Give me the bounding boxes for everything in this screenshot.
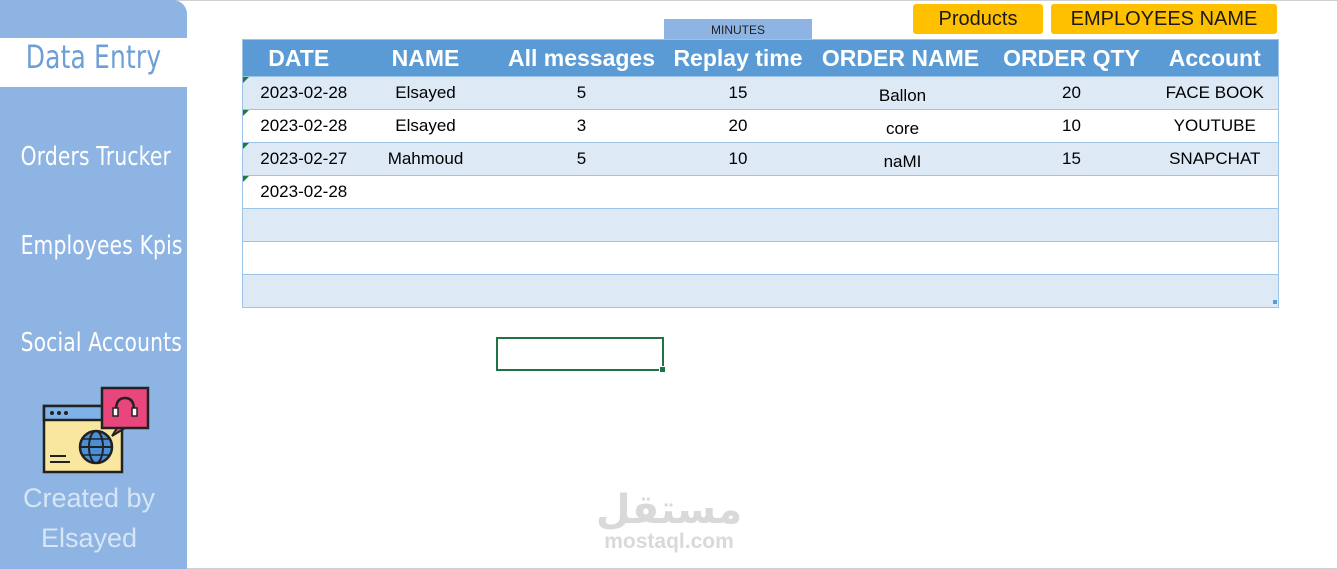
cell-order-name[interactable] [809,208,992,242]
watermark-arabic: مستقل [595,487,743,533]
cell-order-qty[interactable] [991,175,1152,209]
created-by-label: Created by [22,483,156,513]
table-row: 2023-02-27 Mahmoud 5 10 naMI 15 SNAPCHAT [242,142,1279,176]
table-row: 2023-02-28 [242,175,1279,209]
cell-replay-time[interactable]: 20 [666,109,810,143]
products-button[interactable]: Products [913,4,1043,34]
header-all-messages[interactable]: All messages [496,39,667,77]
header-name[interactable]: NAME [354,39,497,77]
cell-order-name[interactable] [809,175,992,209]
error-indicator-icon [243,77,249,83]
cell-order-qty[interactable] [991,208,1152,242]
cell-order-name[interactable] [809,274,992,308]
cell-all-messages[interactable] [496,208,667,242]
cell-all-messages[interactable] [496,241,667,275]
cell-account[interactable] [1151,274,1279,308]
table-row [242,208,1279,242]
error-indicator-icon [243,110,249,116]
cell-replay-time[interactable] [666,175,810,209]
minutes-label: MINUTES [664,19,812,40]
cell-account[interactable] [1151,175,1279,209]
cell-all-messages[interactable]: 3 [496,109,667,143]
cell-order-name[interactable] [809,241,992,275]
cell-name[interactable]: Mahmoud [354,142,497,176]
fill-handle[interactable] [659,366,666,373]
cell-date[interactable]: 2023-02-28 [242,175,355,209]
cell-all-messages[interactable]: 5 [496,142,667,176]
table-row: 2023-02-28 Elsayed 3 20 core 10 YOUTUBE [242,109,1279,143]
cell-order-name[interactable]: Ballon [809,76,992,110]
header-date[interactable]: DATE [242,39,355,77]
cell-replay-time[interactable] [666,274,810,308]
cell-replay-time[interactable]: 15 [666,76,810,110]
cell-order-qty[interactable] [991,274,1152,308]
cell-order-qty[interactable] [991,241,1152,275]
watermark: مستقل mostaql.com [594,488,744,552]
cell-date[interactable] [242,241,355,275]
cell-order-qty[interactable]: 15 [991,142,1152,176]
sidebar-item-social-accounts[interactable]: Social Accounts [21,328,182,358]
cell-all-messages[interactable]: 5 [496,76,667,110]
cell-order-qty[interactable]: 10 [991,109,1152,143]
cell-replay-time[interactable] [666,208,810,242]
cell-account[interactable]: YOUTUBE [1151,109,1279,143]
cell-name[interactable] [354,241,497,275]
sidebar: Data Entry Orders Trucker Employees Kpis… [0,0,187,569]
cell-order-name[interactable]: naMI [809,142,992,176]
cell-all-messages[interactable] [496,274,667,308]
sidebar-item-orders-trucker[interactable]: Orders Trucker [21,142,171,172]
cell-name[interactable] [354,175,497,209]
sidebar-item-label: Data Entry [25,38,162,76]
cell-order-name[interactable]: core [809,109,992,143]
selected-cell[interactable] [496,337,666,373]
table-row [242,241,1279,275]
cell-date[interactable]: 2023-02-28 [242,109,355,143]
cell-replay-time[interactable]: 10 [666,142,810,176]
cell-date[interactable]: 2023-02-27 [242,142,355,176]
cell-replay-time[interactable] [666,241,810,275]
error-indicator-icon [243,143,249,149]
header-order-name[interactable]: ORDER NAME [809,39,992,77]
cell-name[interactable]: Elsayed [354,76,497,110]
table-row: 2023-02-28 Elsayed 5 15 Ballon 20 FACE B… [242,76,1279,110]
sidebar-item-data-entry[interactable]: Data Entry [0,38,187,87]
cell-name[interactable]: Elsayed [354,109,497,143]
cell-order-qty[interactable]: 20 [991,76,1152,110]
error-indicator-icon [243,176,249,182]
cell-name[interactable] [354,208,497,242]
cell-account[interactable] [1151,208,1279,242]
sidebar-item-employees-kpis[interactable]: Employees Kpis [21,231,183,261]
table-row [242,274,1279,308]
table-resize-handle[interactable] [1273,300,1277,304]
header-order-qty[interactable]: ORDER QTY [991,39,1152,77]
cell-account[interactable] [1151,241,1279,275]
table-header-row: DATE NAME All messages Replay time ORDER… [242,39,1279,77]
header-account[interactable]: Account [1151,39,1279,77]
employees-name-button[interactable]: EMPLOYEES NAME [1051,4,1277,34]
cell-date[interactable] [242,274,355,308]
cell-name[interactable] [354,274,497,308]
author-name: Elsayed [40,523,138,553]
cell-date[interactable]: 2023-02-28 [242,76,355,110]
web-support-illustration [42,386,150,474]
watermark-latin: mostaql.com [604,530,734,553]
data-entry-table: DATE NAME All messages Replay time ORDER… [242,39,1279,308]
header-replay-time[interactable]: Replay time [666,39,810,77]
cell-all-messages[interactable] [496,175,667,209]
cell-account[interactable]: FACE BOOK [1151,76,1279,110]
cell-account[interactable]: SNAPCHAT [1151,142,1279,176]
cell-date[interactable] [242,208,355,242]
